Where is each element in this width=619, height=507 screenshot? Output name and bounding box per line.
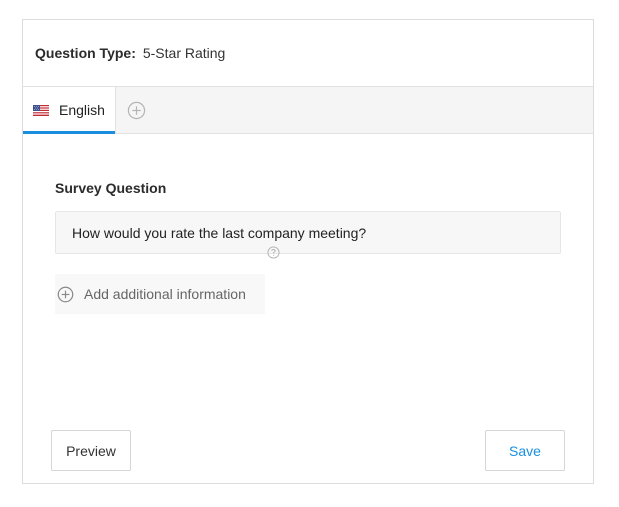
question-type-value: 5-Star Rating — [142, 45, 226, 61]
add-language-button[interactable] — [116, 87, 156, 133]
question-type-row: Question Type: 5-Star Rating — [23, 20, 593, 86]
survey-question-input[interactable]: How would you rate the last company meet… — [55, 211, 561, 254]
add-additional-info-button[interactable]: Add additional information — [55, 274, 265, 314]
us-flag-icon — [33, 104, 49, 116]
tab-english[interactable]: English — [23, 87, 116, 134]
question-form: Survey Question How would you rate the l… — [23, 134, 593, 314]
survey-question-label: Survey Question — [55, 180, 167, 196]
question-circle-icon[interactable] — [267, 246, 280, 259]
tab-english-label: English — [59, 102, 105, 118]
circle-plus-icon — [57, 286, 74, 302]
save-button[interactable]: Save — [485, 430, 565, 471]
question-type-label: Question Type: — [35, 45, 136, 61]
add-additional-info-label: Add additional information — [84, 286, 246, 302]
language-tab-bar: English — [23, 86, 593, 134]
preview-button[interactable]: Preview — [51, 430, 131, 471]
question-editor-panel: Question Type: 5-Star Rating English Sur… — [22, 19, 594, 484]
circle-plus-icon — [127, 101, 145, 119]
